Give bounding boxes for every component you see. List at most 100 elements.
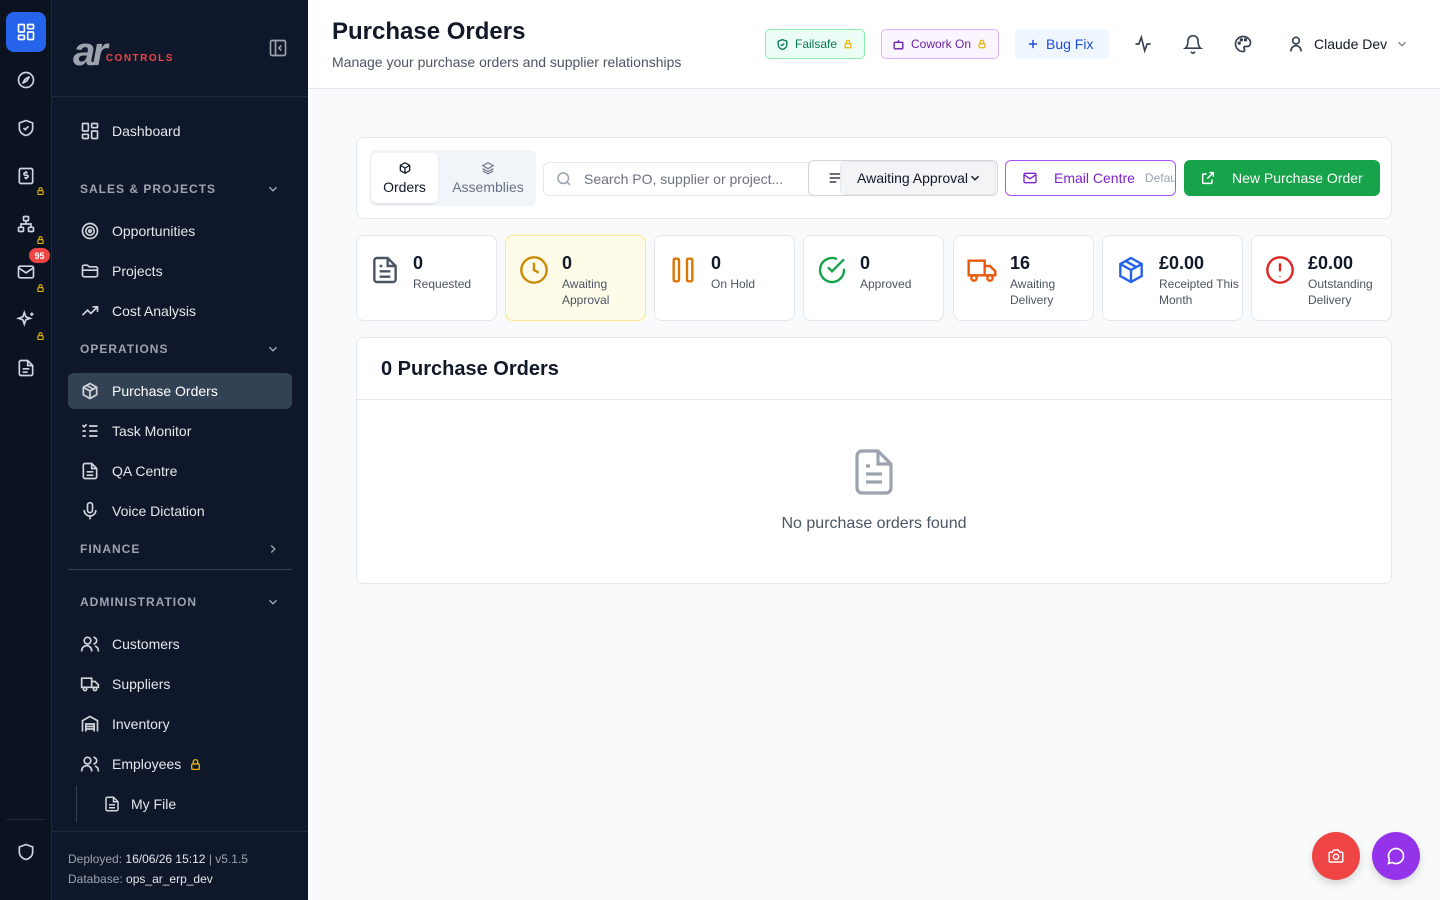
stat-card-on-hold[interactable]: 0 On Hold: [654, 235, 795, 321]
user-menu[interactable]: Claude Dev: [1286, 32, 1409, 56]
file-text-icon: [853, 448, 895, 496]
tab-orders[interactable]: Orders: [371, 153, 438, 203]
sidebar-item-task-monitor[interactable]: Task Monitor: [68, 413, 292, 449]
bot-icon: [893, 39, 904, 50]
failsafe-badge[interactable]: Failsafe: [765, 29, 865, 59]
failsafe-label: Failsafe: [795, 37, 838, 51]
theme-button[interactable]: [1233, 34, 1253, 54]
sidebar-item-label: Task Monitor: [112, 423, 192, 439]
stat-card-awaiting-approval[interactable]: 0 Awaiting Approval: [505, 235, 646, 321]
cowork-label: Cowork On: [911, 37, 972, 51]
rail-dashboard-button[interactable]: [6, 12, 46, 52]
rail-document-button[interactable]: [6, 348, 46, 388]
stat-value: 0: [711, 253, 722, 273]
sidebar-item-label: Suppliers: [112, 676, 171, 692]
dashboard-icon: [80, 121, 100, 141]
section-sales-projects[interactable]: SALES & PROJECTS: [68, 179, 292, 199]
rail-shield-button[interactable]: [6, 108, 46, 148]
sidebar-item-label: Cost Analysis: [112, 303, 197, 319]
pause-icon: [667, 254, 699, 286]
sidebar-item-label: Customers: [112, 636, 180, 652]
stat-card-approved[interactable]: 0 Approved: [803, 235, 944, 321]
sidebar-item-employees[interactable]: Employees: [68, 746, 292, 782]
stat-label: Approved: [860, 277, 912, 291]
dollar-doc-icon: [18, 167, 34, 185]
sidebar-item-voice-dictation[interactable]: Voice Dictation: [68, 493, 292, 529]
deployed-value: 16/06/26 15:12: [125, 852, 206, 866]
bug-fix-button[interactable]: Bug Fix: [1015, 29, 1109, 59]
sidebar-collapse-icon: [269, 39, 287, 57]
message-circle-icon: [1387, 847, 1405, 865]
stat-label: Awaiting Approval: [562, 277, 610, 307]
notifications-button[interactable]: [1183, 34, 1203, 54]
section-label: ADMINISTRATION: [80, 595, 198, 609]
status-filter-value: Awaiting Approval: [857, 170, 969, 186]
stat-value: 0: [562, 253, 573, 273]
stat-card-awaiting-delivery[interactable]: 16 Awaiting Delivery: [953, 235, 1094, 321]
new-purchase-order-button[interactable]: New Purchase Order: [1184, 160, 1380, 196]
shield-icon: [18, 843, 34, 861]
sidebar-item-purchase-orders[interactable]: Purchase Orders: [68, 373, 292, 409]
chevron-down-icon: [266, 182, 280, 196]
email-centre-label: Email Centre: [1054, 170, 1135, 186]
status-filter-select[interactable]: Awaiting Approval: [840, 161, 996, 195]
users-icon: [80, 634, 100, 654]
rail-security-button[interactable]: [6, 832, 46, 872]
sidebar-item-customers[interactable]: Customers: [68, 626, 292, 662]
sidebar-item-inventory[interactable]: Inventory: [68, 706, 292, 742]
sidebar-item-projects[interactable]: Projects: [68, 253, 292, 289]
cowork-badge[interactable]: Cowork On: [881, 29, 999, 59]
section-label: FINANCE: [80, 542, 141, 556]
package-icon: [399, 162, 410, 174]
database-value: ops_ar_erp_dev: [126, 872, 213, 886]
bug-fix-label: Bug Fix: [1046, 36, 1094, 52]
search-icon: [555, 170, 573, 188]
layers-icon: [481, 162, 495, 175]
compass-icon: [17, 71, 35, 89]
rail-compass-button[interactable]: [6, 60, 46, 100]
folder-icon: [80, 261, 100, 281]
user-name: Claude Dev: [1314, 36, 1388, 52]
stat-card-outstanding-delivery[interactable]: £0.00 Outstanding Delivery: [1251, 235, 1392, 321]
stat-value: £0.00: [1159, 253, 1205, 273]
sidebar-item-suppliers[interactable]: Suppliers: [68, 666, 292, 702]
lock-icon: [36, 283, 45, 293]
target-icon: [80, 221, 100, 241]
sidebar-item-my-file[interactable]: My File: [76, 786, 292, 822]
package-icon: [80, 381, 100, 401]
stat-value: £0.00: [1308, 253, 1354, 273]
sidebar-item-label: Dashboard: [112, 123, 181, 139]
email-centre-button[interactable]: Email Centre Default: [1005, 160, 1176, 196]
collapse-sidebar-button[interactable]: [268, 38, 288, 58]
stat-card-receipted-this-month[interactable]: £0.00 Receipted This Month: [1102, 235, 1243, 321]
tab-assemblies[interactable]: Assemblies: [442, 153, 534, 203]
chevron-down-icon: [266, 595, 280, 609]
microphone-icon: [80, 501, 100, 521]
activity-button[interactable]: [1133, 34, 1153, 54]
palette-icon: [1234, 35, 1252, 53]
stat-card-requested[interactable]: 0 Requested: [356, 235, 497, 321]
logo-wordmark: CONTROLS: [105, 53, 174, 64]
tab-label: Assemblies: [452, 179, 524, 195]
database-label: Database:: [68, 872, 123, 886]
stat-label: Outstanding Delivery: [1308, 277, 1373, 307]
deployed-line: Deployed: 16/06/26 15:12 | v5.1.5: [68, 849, 292, 869]
company-logo[interactable]: ar CONTROLS: [73, 32, 174, 72]
lock-icon: [36, 235, 45, 245]
section-administration[interactable]: ADMINISTRATION: [68, 592, 292, 612]
section-finance[interactable]: FINANCE: [68, 539, 292, 559]
chevron-down-icon: [266, 342, 280, 356]
sidebar-item-label: QA Centre: [112, 463, 178, 479]
screenshot-button[interactable]: [1312, 832, 1360, 880]
section-operations[interactable]: OPERATIONS: [68, 339, 292, 359]
sidebar-item-cost-analysis[interactable]: Cost Analysis: [68, 293, 292, 329]
sidebar-item-qa-centre[interactable]: QA Centre: [68, 453, 292, 489]
sidebar-item-label: Opportunities: [112, 223, 196, 239]
search-input[interactable]: Search PO, supplier or project...: [543, 162, 831, 196]
sidebar-item-opportunities[interactable]: Opportunities: [68, 213, 292, 249]
sidebar-item-label: Purchase Orders: [112, 383, 218, 399]
stat-value: 0: [860, 253, 871, 273]
chat-button[interactable]: [1372, 832, 1420, 880]
sidebar-item-dashboard[interactable]: Dashboard: [68, 113, 292, 149]
empty-state-text: No purchase orders found: [781, 515, 967, 532]
